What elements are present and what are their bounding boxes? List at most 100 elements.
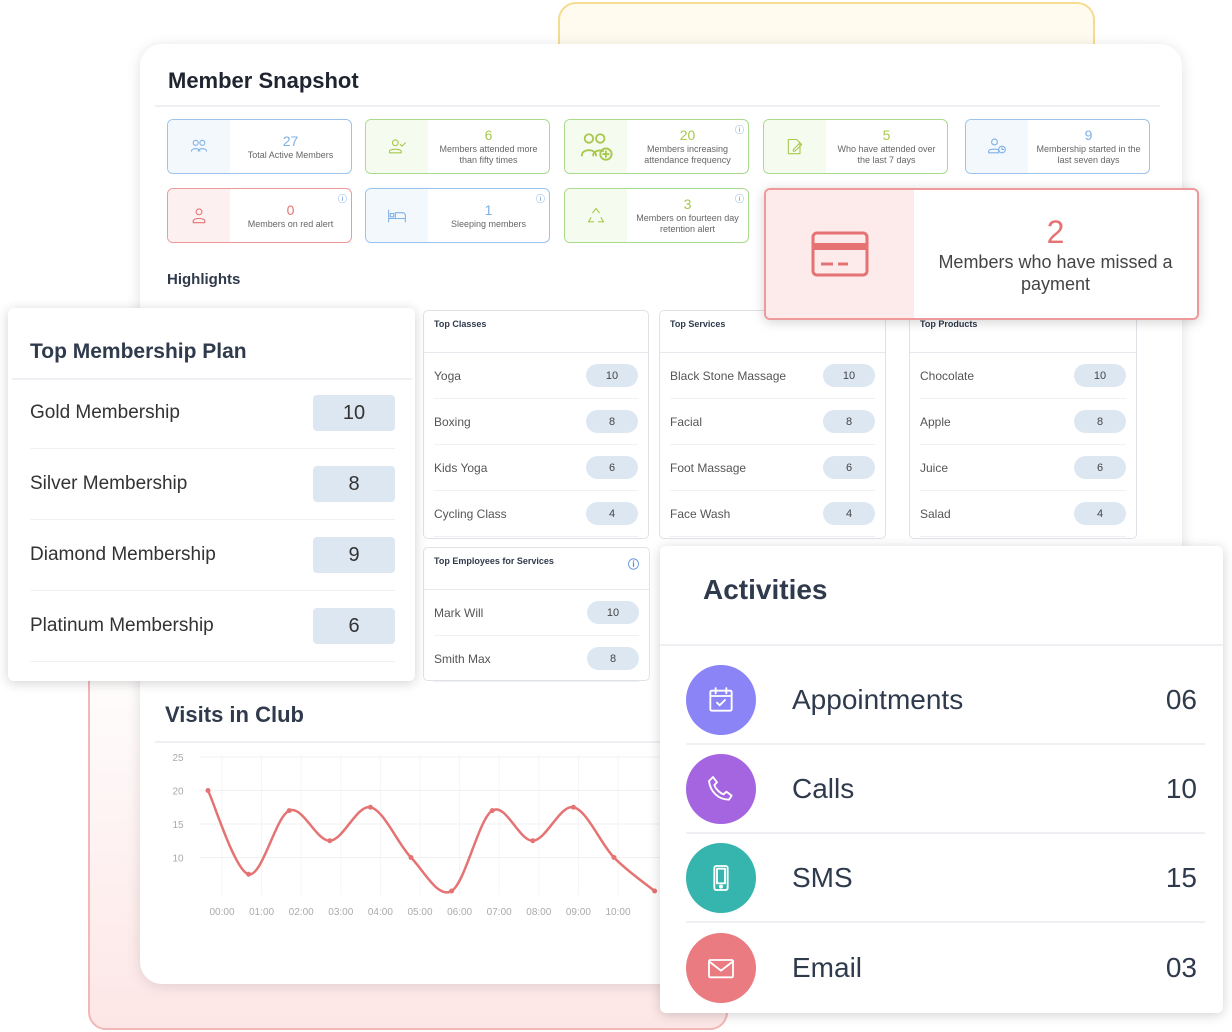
activity-count: 15 [1165,861,1197,893]
table-row[interactable]: Chocolate 10 [920,353,1126,399]
table-row[interactable]: Cycling Class 4 [434,491,638,537]
count-badge: 8 [1074,410,1126,433]
row-label: Juice [920,460,949,475]
table-title: Top Classes [424,311,648,353]
x-tick-label: 00:00 [209,907,234,918]
activity-row[interactable]: Appointments 06 [686,656,1205,745]
data-point [449,888,455,894]
plan-count: 6 [313,608,395,644]
table-row[interactable]: Boxing 8 [434,399,638,445]
data-point [205,788,211,793]
member-snapshot-title: Member Snapshot [168,68,359,93]
membership-row[interactable]: Diamond Membership 9 [30,520,395,591]
activity-count: 03 [1165,951,1197,983]
table-row[interactable]: Facial 8 [670,399,875,445]
count-badge: 8 [587,647,639,670]
top-employees-table: Top Employees for Services ⓘ Mark Will 10 S… [423,547,650,682]
count-badge: 4 [1074,502,1126,525]
series-line [206,789,656,894]
count-badge: 8 [586,410,638,433]
info-icon[interactable]: ⓘ [735,192,744,205]
activities-title: Activities [703,574,828,605]
data-point [489,808,495,814]
plan-name: Diamond Membership [30,544,216,565]
stat-card[interactable]: 0 Members on red alert ⓘ [167,188,352,243]
row-label: Apple [920,414,951,429]
activity-label: Calls [792,772,855,804]
plan-count: 9 [313,537,395,573]
stat-label: Total Active Members [247,149,334,160]
row-label: Salad [920,506,951,521]
stat-value: 9 [1084,127,1093,143]
activity-row[interactable]: SMS 15 [686,834,1205,923]
activities-card: Activities Appointments 06 Calls 10 SMS 15 Ema… [660,546,1223,1013]
highlights-title: Highlights [167,271,241,288]
membership-row[interactable]: Silver Membership 8 [30,449,395,520]
missed-payment-card[interactable]: 2 Members who have missed a payment [764,188,1199,320]
table-row[interactable]: Foot Massage 6 [670,445,875,491]
count-badge: 10 [1074,364,1126,387]
x-tick-label: 03:00 [328,907,353,918]
data-point [286,808,292,814]
row-label: Boxing [434,414,471,429]
stat-card[interactable]: 5 Who have attended over the last 7 days [763,119,948,174]
stat-card[interactable]: 9 Membership started in the last seven da… [965,119,1150,174]
membership-row[interactable]: Platinum Membership 6 [30,591,395,662]
plan-count: 10 [313,395,395,431]
stat-label: Members increasing attendance frequency [644,144,731,165]
y-tick-label: 20 [172,787,184,798]
table-row[interactable]: Mark Will 10 [434,590,639,636]
data-point [530,838,536,844]
row-label: Foot Massage [670,460,747,475]
stat-value: 27 [282,132,299,149]
mobile-phone-icon [686,842,756,913]
data-point [611,855,617,860]
stat-card[interactable]: 6 Members attended more than fifty times [365,119,550,174]
table-row[interactable]: Apple 8 [920,399,1126,445]
table-row[interactable]: Salad 4 [920,491,1126,537]
stat-value: 6 [484,127,493,143]
stat-card[interactable]: 20 Members increasing attendance frequenc… [564,119,749,174]
count-badge: 6 [1074,456,1126,479]
info-icon[interactable]: ⓘ [735,123,744,136]
activity-row[interactable]: Calls 10 [686,745,1205,834]
y-tick-label: 10 [172,854,184,865]
row-label: Black Stone Massage [670,368,787,383]
stat-card[interactable]: 27 Total Active Members [167,119,352,174]
table-title: Top Employees for Services [434,556,554,566]
chart-title: Visits in Club [165,702,304,727]
info-icon[interactable]: ⓘ [338,192,347,205]
row-label: Cycling Class [434,506,507,521]
stat-value: 1 [484,201,493,218]
row-label: Face Wash [670,506,731,521]
stat-value: 20 [679,127,696,143]
stat-card[interactable]: 3 Members on fourteen day retention alert… [564,188,749,243]
count-badge: 6 [823,456,875,479]
plan-name: Silver Membership [30,473,188,494]
membership-row[interactable]: Gold Membership 10 [30,378,395,449]
count-badge: 6 [586,456,638,479]
activity-label: Email [792,951,863,983]
activity-label: SMS [792,861,853,893]
activity-row[interactable]: Email 03 [686,923,1205,1012]
plan-count: 8 [313,466,395,502]
highlight-table: Top Services Black Stone Massage 10 Facial 8… [659,310,886,539]
table-row[interactable]: Face Wash 4 [670,491,875,537]
table-row[interactable]: Kids Yoga 6 [434,445,638,491]
table-row[interactable]: Black Stone Massage 10 [670,353,875,399]
stat-label: Members on fourteen day retention alert [636,213,739,234]
x-tick-label: 04:00 [368,907,393,918]
x-tick-label: 09:00 [566,907,591,918]
stat-card[interactable]: 1 Sleeping members ⓘ [365,188,550,243]
table-row[interactable]: Yoga 10 [434,353,638,399]
info-icon[interactable]: ⓘ [628,556,639,581]
table-row[interactable]: Juice 6 [920,445,1126,491]
table-row[interactable]: Smith Max 8 [434,636,639,682]
x-tick-label: 10:00 [605,907,630,918]
x-tick-label: 08:00 [526,907,551,918]
count-badge: 10 [587,601,639,624]
data-point [570,804,576,810]
info-icon[interactable]: ⓘ [536,192,545,205]
top-membership-plan-card: Top Membership Plan Gold Membership 10 Sil… [8,308,415,681]
count-badge: 4 [586,502,638,525]
